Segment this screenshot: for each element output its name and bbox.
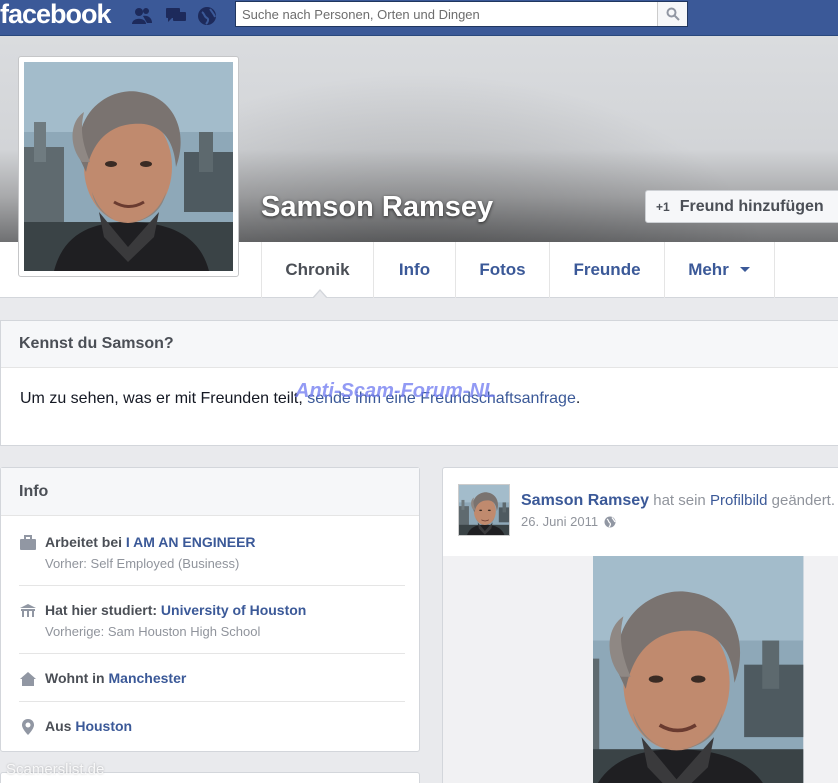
watermark-text: Anti-Scam-Forum-NL — [295, 380, 497, 402]
info-hometown-line: Aus Houston — [45, 718, 132, 734]
info-work-previous: Vorher: Self Employed (Business) — [45, 556, 240, 571]
info-lives-label: Wohnt in — [45, 670, 109, 686]
search-box — [235, 1, 688, 27]
post-author-link[interactable]: Samson Ramsey — [521, 492, 649, 509]
top-navigation-bar: facebook — [0, 0, 838, 36]
briefcase-icon — [20, 535, 36, 550]
info-lives-line: Wohnt in Manchester — [45, 670, 186, 686]
tab-info[interactable]: Info — [373, 242, 455, 298]
info-work-line: Arbeitet bei I AM AN ENGINEER — [45, 534, 256, 550]
post-date: 26. Juni 2011 — [521, 514, 616, 529]
hometown-link[interactable]: Houston — [75, 718, 132, 734]
profile-picture[interactable] — [18, 56, 239, 277]
info-card: Info Arbeitet bei I AM AN ENGINEER Vorhe… — [0, 467, 420, 752]
add-friend-label: Freund hinzufügen — [679, 197, 824, 215]
know-card-title: Kennst du Samson? — [1, 321, 838, 368]
employer-link[interactable]: I AM AN ENGINEER — [126, 534, 256, 550]
add-friend-button[interactable]: +1 Freund hinzufügen — [645, 190, 838, 223]
notifications-globe-icon[interactable] — [196, 6, 218, 26]
post-action-text: hat sein — [649, 492, 710, 509]
school-icon — [20, 604, 36, 617]
post-action-suffix: geändert. — [767, 492, 836, 509]
tab-mehr[interactable]: Mehr — [664, 242, 775, 298]
chevron-down-icon — [739, 267, 750, 272]
post-author-avatar[interactable] — [458, 484, 510, 536]
tab-fotos[interactable]: Fotos — [455, 242, 549, 298]
info-work-label: Arbeitet bei — [45, 534, 126, 550]
home-icon — [20, 672, 36, 686]
location-pin-icon — [22, 719, 34, 735]
search-button[interactable] — [657, 2, 687, 26]
tab-label: Mehr — [688, 260, 729, 279]
post-timestamp[interactable]: 26. Juni 2011 — [521, 514, 598, 529]
messages-icon[interactable] — [165, 6, 187, 26]
university-link[interactable]: University of Houston — [161, 602, 306, 618]
post-header: Samson Ramsey hat sein Profilbild geände… — [521, 492, 835, 510]
info-education-line: Hat hier studiert: University of Houston — [45, 602, 306, 618]
tab-label: Fotos — [479, 260, 526, 279]
search-input[interactable] — [236, 2, 656, 26]
public-globe-icon[interactable] — [604, 516, 616, 528]
facebook-logo[interactable]: facebook — [0, 0, 112, 30]
profile-name[interactable]: Samson Ramsey — [261, 191, 493, 224]
search-icon — [666, 7, 680, 21]
timeline-post: Samson Ramsey hat sein Profilbild geände… — [442, 467, 838, 783]
footer-watermark: Scamerslist.de — [6, 761, 105, 778]
info-education-label: Hat hier studiert: — [45, 602, 161, 618]
tab-label: Freunde — [573, 260, 641, 279]
profile-picture-link[interactable]: Profilbild — [710, 492, 768, 509]
add-friend-icon: +1 — [656, 199, 670, 214]
info-education-previous: Vorherige: Sam Houston High School — [45, 624, 261, 639]
post-photo[interactable] — [593, 556, 838, 783]
info-card-title: Info — [1, 468, 419, 516]
tab-label: Chronik — [285, 260, 350, 279]
tab-freunde[interactable]: Freunde — [549, 242, 664, 298]
know-text: Um zu sehen, was er mit Freunden teilt, — [20, 390, 308, 407]
current-city-link[interactable]: Manchester — [109, 670, 187, 686]
tab-label: Info — [398, 260, 431, 279]
avatar — [459, 485, 510, 536]
active-tab-caret-inner — [313, 291, 327, 299]
friend-requests-icon[interactable] — [131, 6, 153, 26]
know-text-end: . — [575, 390, 581, 407]
info-hometown-label: Aus — [45, 718, 76, 734]
profile-photo — [24, 62, 233, 271]
